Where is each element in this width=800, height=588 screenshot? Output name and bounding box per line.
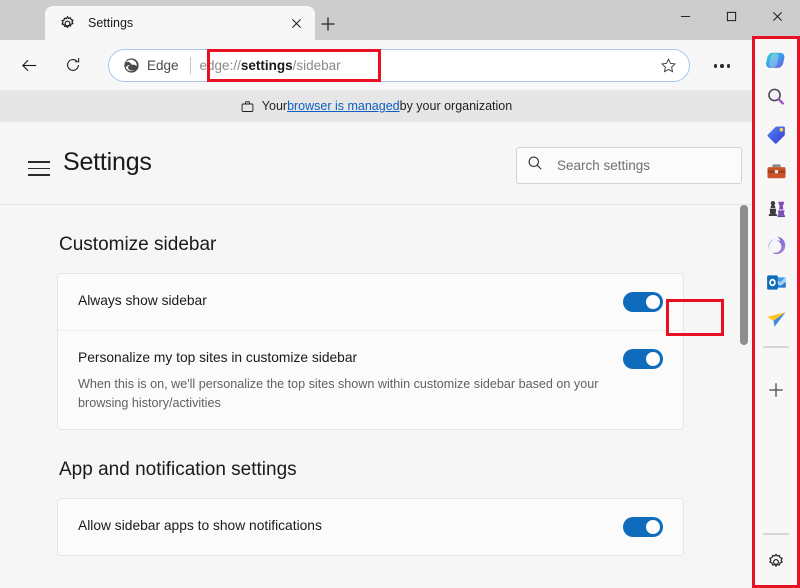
hamburger-line xyxy=(28,174,50,176)
dot xyxy=(714,64,718,68)
scrollbar-thumb[interactable] xyxy=(740,205,748,345)
settings-card-customize-sidebar: Always show sidebar Personalize my top s… xyxy=(57,273,684,430)
omnibox-separator xyxy=(190,57,191,74)
minimize-icon[interactable] xyxy=(662,0,708,32)
games-chess-icon[interactable] xyxy=(760,192,792,224)
row-text: Always show sidebar xyxy=(78,274,607,326)
edge-sidebar xyxy=(752,36,800,588)
copilot-icon[interactable] xyxy=(760,44,792,76)
settings-content: Customize sidebar Always show sidebar Pe… xyxy=(0,205,752,588)
maximize-icon[interactable] xyxy=(708,0,754,32)
shopping-tag-icon[interactable] xyxy=(760,118,792,150)
back-icon[interactable] xyxy=(14,50,44,80)
setting-row-always-show-sidebar[interactable]: Always show sidebar xyxy=(58,274,683,330)
content-scrollbar[interactable] xyxy=(738,205,750,588)
gear-icon xyxy=(59,15,76,32)
search-settings-placeholder: Search settings xyxy=(557,158,650,173)
setting-label: Always show sidebar xyxy=(78,291,607,310)
search-icon[interactable] xyxy=(760,81,792,113)
search-settings-box[interactable]: Search settings xyxy=(516,147,742,184)
row-text: Allow sidebar apps to show notifications xyxy=(78,499,607,551)
more-options-icon[interactable] xyxy=(707,52,737,80)
close-icon[interactable] xyxy=(285,12,307,34)
browser-window: Settings xyxy=(0,0,800,588)
dot xyxy=(720,64,724,68)
banner-prefix: Your xyxy=(262,99,287,113)
gear-icon[interactable] xyxy=(760,546,792,578)
page-title: Settings xyxy=(63,148,152,177)
sidebar-divider xyxy=(763,346,789,348)
managed-link[interactable]: browser is managed xyxy=(287,99,400,113)
toggle-knob xyxy=(646,352,660,366)
favorite-star-icon[interactable] xyxy=(655,53,681,79)
setting-label: Allow sidebar apps to show notifications xyxy=(78,516,607,535)
new-tab-button[interactable] xyxy=(316,12,340,36)
settings-page: Settings Customize sidebar Always show s… xyxy=(0,122,752,588)
sidebar-divider-bottom xyxy=(763,533,789,535)
browser-tab-settings[interactable]: Settings xyxy=(45,6,315,40)
outlook-icon[interactable] xyxy=(760,266,792,298)
briefcase-icon xyxy=(240,99,255,114)
edge-chip: Edge xyxy=(123,57,179,74)
toggle-allow-sidebar-notifications[interactable] xyxy=(623,517,663,537)
search-icon xyxy=(527,155,543,176)
url-suffix: /sidebar xyxy=(293,58,341,73)
hamburger-icon[interactable] xyxy=(28,156,50,181)
section-heading-customize-sidebar: Customize sidebar xyxy=(59,234,752,256)
address-bar[interactable]: Edge edge://settings/sidebar xyxy=(108,49,690,82)
window-controls xyxy=(662,0,800,40)
hamburger-line xyxy=(28,168,50,170)
managed-browser-banner: Your browser is managed by your organiza… xyxy=(0,90,752,122)
hamburger-line xyxy=(28,161,50,163)
edge-chip-label: Edge xyxy=(147,58,179,73)
toggle-always-show-sidebar[interactable] xyxy=(623,292,663,312)
url-bold: settings xyxy=(241,58,293,73)
banner-suffix: by your organization xyxy=(400,99,513,113)
setting-label: Personalize my top sites in customize si… xyxy=(78,348,607,367)
setting-row-allow-sidebar-notifications[interactable]: Allow sidebar apps to show notifications xyxy=(58,499,683,555)
row-text: Personalize my top sites in customize si… xyxy=(78,331,607,429)
tab-title: Settings xyxy=(88,16,285,30)
tools-briefcase-icon[interactable] xyxy=(760,155,792,187)
url-text: edge://settings/sidebar xyxy=(200,58,655,73)
title-bar: Settings xyxy=(0,0,800,40)
section-heading-app-notification: App and notification settings xyxy=(59,459,752,481)
toggle-knob xyxy=(646,295,660,309)
refresh-icon[interactable] xyxy=(58,50,88,80)
close-window-icon[interactable] xyxy=(754,0,800,32)
edge-logo-icon xyxy=(123,57,140,74)
microsoft-365-icon[interactable] xyxy=(760,229,792,261)
settings-card-app-notification: Allow sidebar apps to show notifications xyxy=(57,498,684,556)
dot xyxy=(727,64,731,68)
add-sidebar-app-button[interactable] xyxy=(760,374,792,406)
toggle-knob xyxy=(646,520,660,534)
setting-description: When this is on, we'll personalize the t… xyxy=(78,375,607,413)
send-plane-icon[interactable] xyxy=(760,303,792,335)
url-prefix: edge:// xyxy=(200,58,241,73)
setting-row-personalize-top-sites[interactable]: Personalize my top sites in customize si… xyxy=(58,331,683,429)
toggle-personalize-top-sites[interactable] xyxy=(623,349,663,369)
